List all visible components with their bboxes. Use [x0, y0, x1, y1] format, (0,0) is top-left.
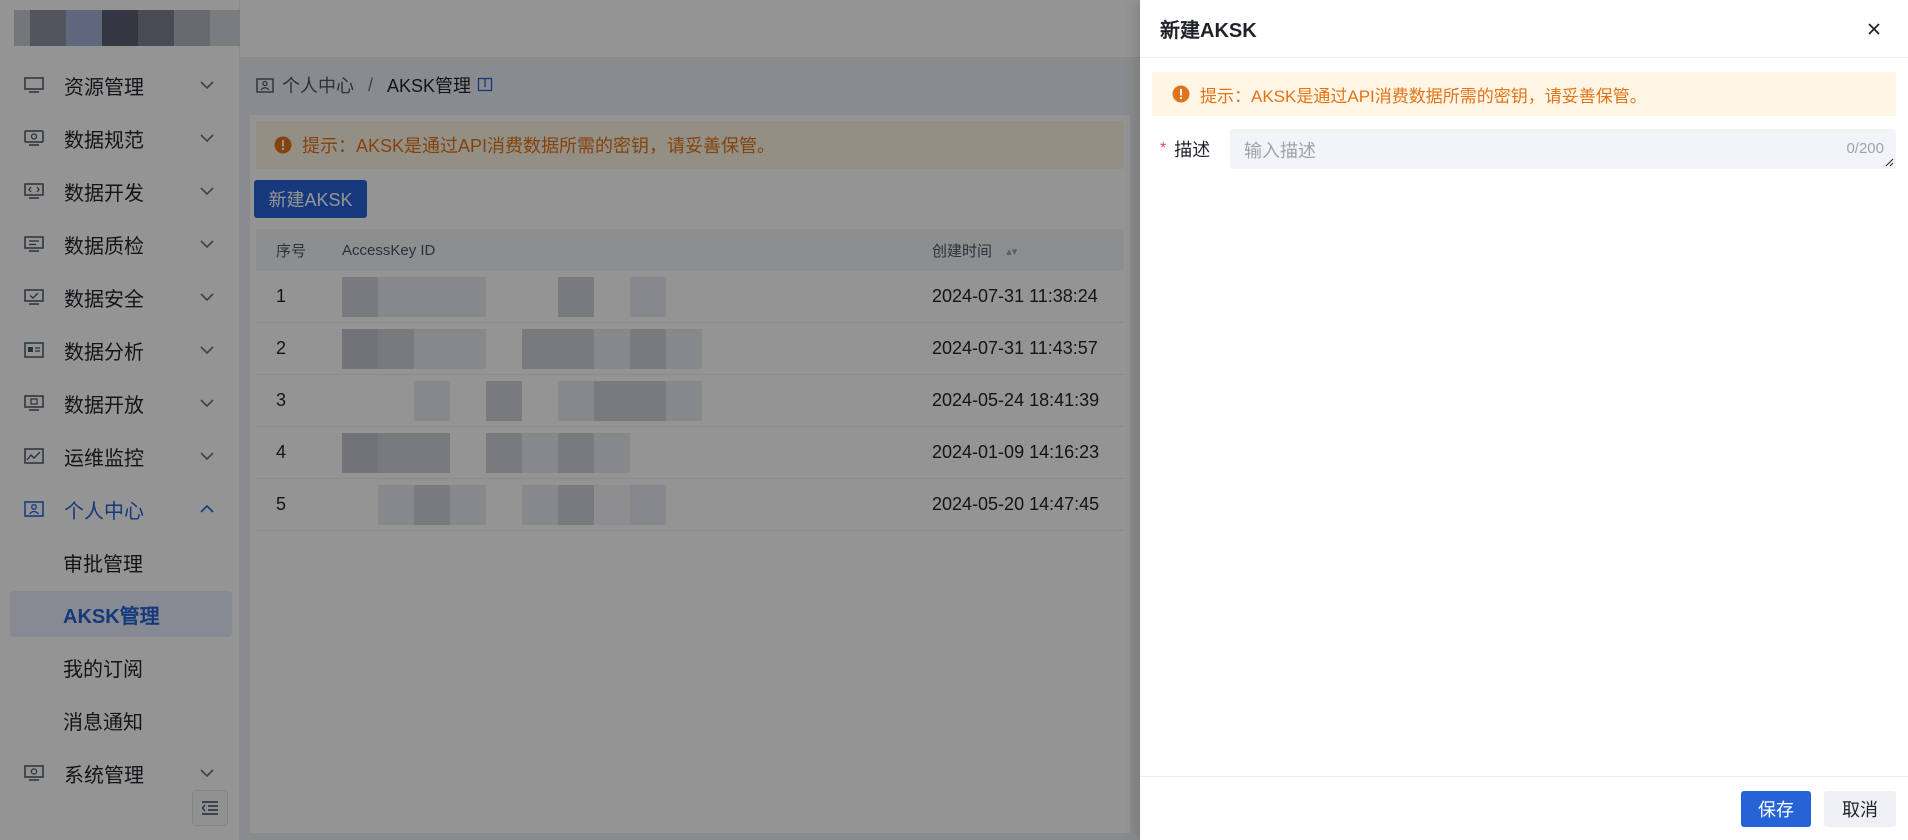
char-counter: 0/200	[1846, 140, 1884, 157]
modal-overlay[interactable]	[0, 0, 1140, 840]
description-label-text: 描述	[1174, 140, 1211, 160]
description-textarea[interactable]	[1230, 129, 1896, 169]
description-label: * 描述	[1160, 136, 1230, 162]
save-button[interactable]: 保存	[1741, 791, 1811, 827]
new-aksk-drawer: 新建AKSK 提示：AKSK是通过API消费数据所需的密钥，请妥善保管。 * 描…	[1140, 0, 1908, 840]
app-root: 资源管理 数据规范 数据开发 数据质检 数据安全 数据分析 数据开放 运维监控 …	[0, 0, 1908, 840]
drawer-tip-banner: 提示：AKSK是通过API消费数据所需的密钥，请妥善保管。	[1152, 72, 1896, 116]
description-textarea-wrapper: 0/200	[1230, 129, 1896, 169]
description-form-row: * 描述 0/200	[1160, 128, 1900, 170]
drawer-footer: 保存 取消	[1140, 776, 1908, 840]
close-icon	[1868, 22, 1880, 35]
required-mark: *	[1160, 140, 1167, 157]
close-button[interactable]	[1860, 15, 1888, 43]
drawer-tip-text: 提示：AKSK是通过API消费数据所需的密钥，请妥善保管。	[1200, 86, 1647, 106]
warning-icon	[1172, 85, 1190, 103]
resize-handle-icon[interactable]	[1884, 157, 1894, 167]
drawer-title: 新建AKSK	[1160, 20, 1257, 42]
cancel-button[interactable]: 取消	[1824, 791, 1896, 827]
drawer-header: 新建AKSK	[1140, 0, 1908, 58]
